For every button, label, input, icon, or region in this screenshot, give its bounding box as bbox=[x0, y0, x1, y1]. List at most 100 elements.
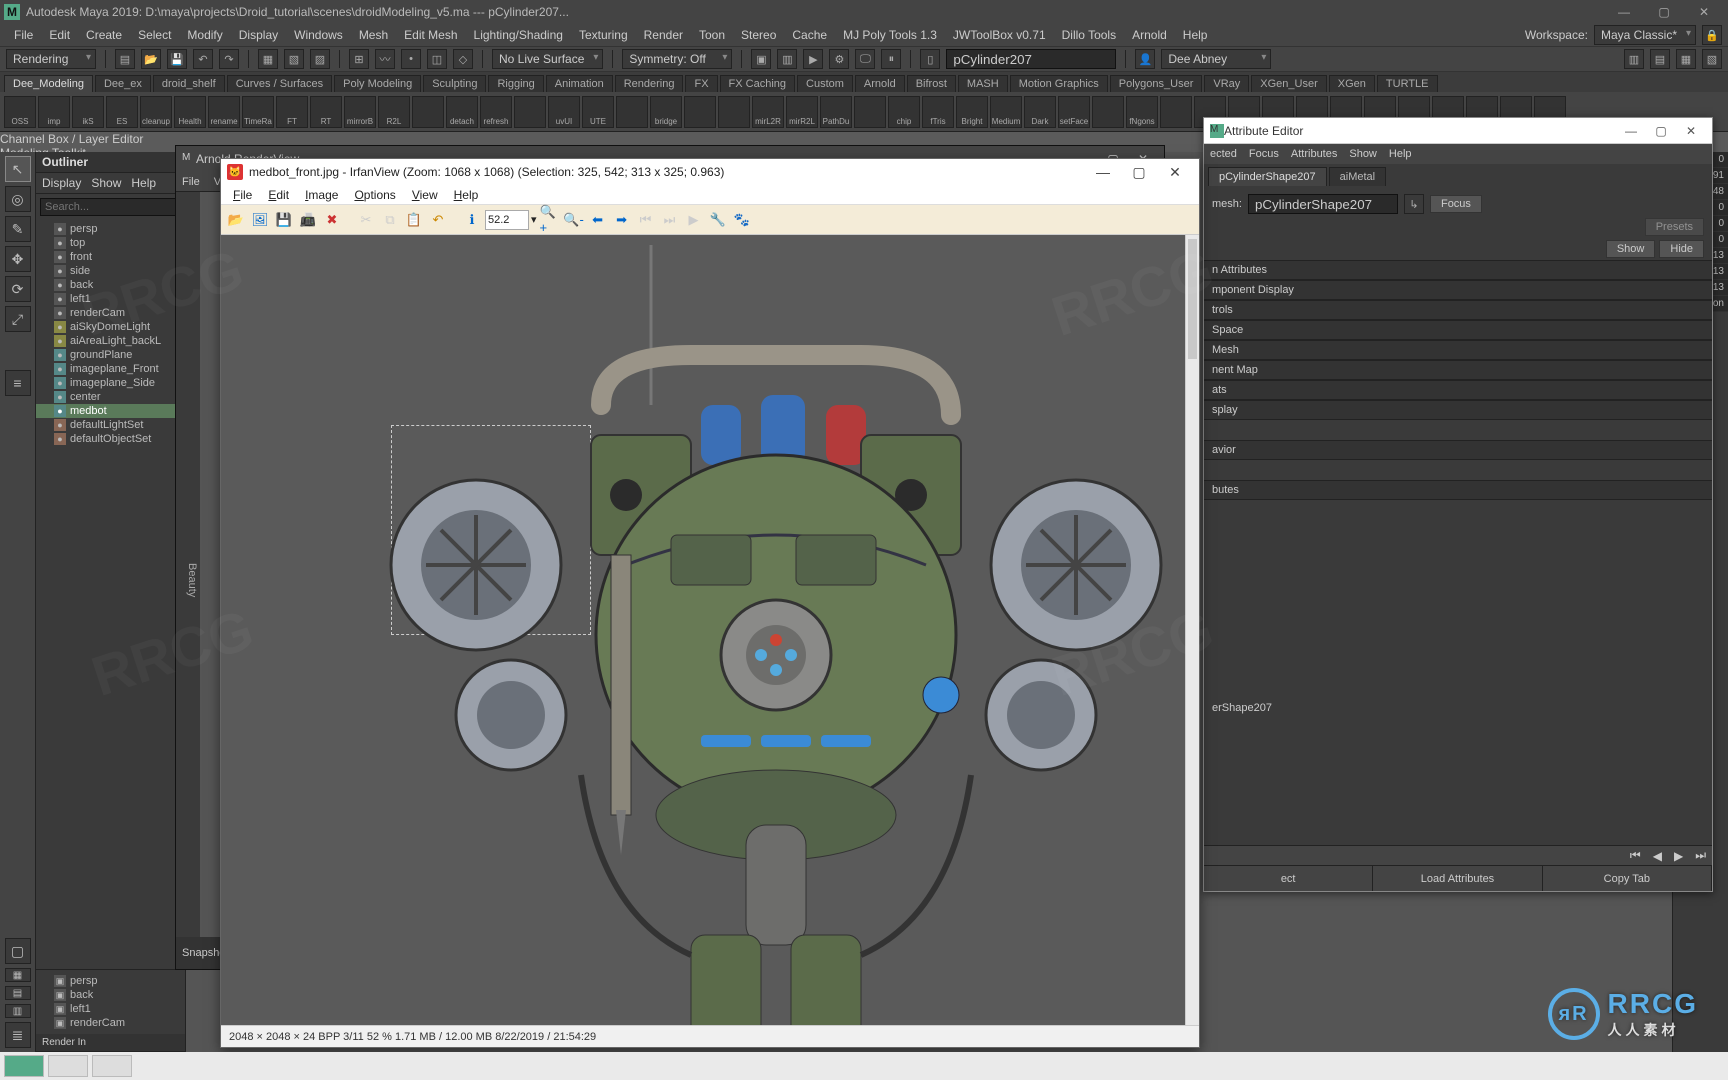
shelf-tab[interactable]: VRay bbox=[1204, 75, 1249, 92]
shelf-button[interactable]: cleanup bbox=[140, 96, 172, 128]
iv-maximize-button[interactable]: ▢ bbox=[1121, 164, 1157, 181]
shelf-button[interactable]: ikS bbox=[72, 96, 104, 128]
move-tool-icon[interactable]: ✥ bbox=[5, 246, 31, 272]
nav-prev-icon[interactable]: ◀ bbox=[1653, 849, 1662, 863]
attr-copy-button[interactable]: Copy Tab bbox=[1543, 866, 1712, 891]
focus-arrow-icon[interactable]: ↳ bbox=[1404, 194, 1424, 214]
menu-mjpoly[interactable]: MJ Poly Tools 1.3 bbox=[835, 26, 945, 44]
os-taskbar[interactable] bbox=[0, 1052, 1728, 1080]
outliner-item[interactable]: ●persp bbox=[36, 222, 185, 236]
shelf-tab[interactable]: Curves / Surfaces bbox=[227, 75, 332, 92]
open-scene-icon[interactable]: 📂 bbox=[141, 49, 161, 69]
shelf-button[interactable] bbox=[616, 96, 648, 128]
menu-mesh[interactable]: Mesh bbox=[351, 26, 396, 44]
shelf-button[interactable]: TimeRa bbox=[242, 96, 274, 128]
attr-menu[interactable]: Help bbox=[1389, 148, 1412, 160]
account-icon[interactable]: 👤 bbox=[1135, 49, 1155, 69]
shelf-tab[interactable]: Animation bbox=[546, 75, 613, 92]
shelf-button[interactable]: setFace bbox=[1058, 96, 1090, 128]
zoom-field[interactable] bbox=[485, 210, 529, 230]
outliner-item[interactable]: ●renderCam bbox=[36, 306, 185, 320]
shelf-tab[interactable]: XGen_User bbox=[1251, 75, 1326, 92]
shelf-button[interactable] bbox=[514, 96, 546, 128]
outliner-item[interactable]: ●center bbox=[36, 390, 185, 404]
shelf-tab[interactable]: FX bbox=[685, 75, 717, 92]
info-icon[interactable]: ℹ bbox=[461, 209, 483, 231]
shelf-button[interactable]: Dark bbox=[1024, 96, 1056, 128]
iv-menu-image[interactable]: Image bbox=[299, 188, 344, 202]
attr-section[interactable]: n Attributes bbox=[1204, 260, 1712, 280]
slideshow-icon[interactable]: ▶ bbox=[683, 209, 705, 231]
select-tool-icon[interactable]: ↖ bbox=[5, 156, 31, 182]
attr-section[interactable]: mponent Display bbox=[1204, 280, 1712, 300]
shelf-tab[interactable]: XGen bbox=[1329, 75, 1375, 92]
iv-canvas[interactable] bbox=[221, 235, 1199, 1025]
shelf-button[interactable]: detach bbox=[446, 96, 478, 128]
layout-b-icon[interactable]: ▥ bbox=[5, 1004, 31, 1018]
outliner-item[interactable]: ●front bbox=[36, 250, 185, 264]
scale-tool-icon[interactable]: ⤢ bbox=[5, 306, 31, 332]
paint-select-tool-icon[interactable]: ✎ bbox=[5, 216, 31, 242]
shelf-tab[interactable]: Rendering bbox=[615, 75, 684, 92]
attr-maximize-button[interactable]: ▢ bbox=[1646, 124, 1676, 138]
menu-texturing[interactable]: Texturing bbox=[571, 26, 636, 44]
attr-tab-shape[interactable]: pCylinderShape207 bbox=[1208, 167, 1327, 186]
shelf-button[interactable]: fTris bbox=[922, 96, 954, 128]
outliner-bottom-item[interactable]: ▣renderCam bbox=[36, 1016, 185, 1030]
shelf-tab[interactable]: Dee_ex bbox=[95, 75, 151, 92]
prev-image-icon[interactable]: ⬅ bbox=[587, 209, 609, 231]
maximize-button[interactable]: ▢ bbox=[1644, 2, 1684, 22]
outliner-toggle-icon[interactable]: ≣ bbox=[5, 1022, 31, 1048]
iv-menu-help[interactable]: Help bbox=[448, 188, 485, 202]
menu-render[interactable]: Render bbox=[636, 26, 691, 44]
attr-menu[interactable]: Attributes bbox=[1291, 148, 1337, 160]
menu-jwtoolbox[interactable]: JWToolBox v0.71 bbox=[945, 26, 1054, 44]
shelf-button[interactable]: RT bbox=[310, 96, 342, 128]
save-icon[interactable]: 💾 bbox=[273, 209, 295, 231]
minimize-button[interactable]: — bbox=[1604, 2, 1644, 22]
menu-cache[interactable]: Cache bbox=[784, 26, 835, 44]
attr-section[interactable]: avior bbox=[1204, 440, 1712, 460]
outliner-item[interactable]: ●aiSkyDomeLight bbox=[36, 320, 185, 334]
open-icon[interactable]: 📂 bbox=[225, 209, 247, 231]
select-by-icon[interactable]: ▯ bbox=[920, 49, 940, 69]
outliner-item[interactable]: ●aiAreaLight_backL bbox=[36, 334, 185, 348]
attribute-editor-window[interactable]: M Attribute Editor — ▢ ✕ ected Focus Att… bbox=[1203, 117, 1713, 892]
presets-button[interactable]: Presets bbox=[1645, 218, 1704, 236]
shelf-button[interactable]: uvUI bbox=[548, 96, 580, 128]
shelf-tab[interactable]: Poly Modeling bbox=[334, 75, 421, 92]
taskbar-maya-icon[interactable] bbox=[4, 1055, 44, 1077]
outliner-item[interactable]: ●back bbox=[36, 278, 185, 292]
nav-first-icon[interactable]: ⏮ bbox=[1630, 848, 1641, 863]
account-dropdown[interactable]: Dee Abney bbox=[1161, 49, 1271, 69]
menu-create[interactable]: Create bbox=[78, 26, 130, 44]
outliner-menu-display[interactable]: Display bbox=[42, 176, 81, 190]
attr-section[interactable]: ats bbox=[1204, 380, 1712, 400]
irfanview-window[interactable]: 🐱 medbot_front.jpg - IrfanView (Zoom: 10… bbox=[220, 158, 1200, 1048]
sidebar-toggle-2-icon[interactable]: ▤ bbox=[1650, 49, 1670, 69]
undo-icon[interactable]: ↶ bbox=[193, 49, 213, 69]
sidebar-toggle-1-icon[interactable]: ▥ bbox=[1624, 49, 1644, 69]
menu-modify[interactable]: Modify bbox=[179, 26, 230, 44]
snap-plane-icon[interactable]: ◫ bbox=[427, 49, 447, 69]
shelf-button[interactable] bbox=[1092, 96, 1124, 128]
outliner-bottom-item[interactable]: ▣left1 bbox=[36, 1002, 185, 1016]
layout-single-icon[interactable]: ▢ bbox=[5, 938, 31, 964]
menu-help[interactable]: Help bbox=[1175, 26, 1216, 44]
outliner-menu-show[interactable]: Show bbox=[91, 176, 121, 190]
mesh-name-field[interactable] bbox=[1248, 194, 1398, 214]
zoom-in-icon[interactable]: 🔍+ bbox=[539, 209, 561, 231]
menu-dillo[interactable]: Dillo Tools bbox=[1054, 26, 1124, 44]
menu-file[interactable]: File bbox=[6, 26, 41, 44]
last-image-icon[interactable]: ⏭ bbox=[659, 209, 681, 231]
menu-windows[interactable]: Windows bbox=[286, 26, 351, 44]
ipr-icon[interactable]: ▥ bbox=[777, 49, 797, 69]
shelf-tab[interactable]: Rigging bbox=[488, 75, 543, 92]
outliner-item[interactable]: ●medbot bbox=[36, 404, 185, 418]
nav-last-icon[interactable]: ⏭ bbox=[1695, 848, 1706, 863]
shelf-tab[interactable]: Bifrost bbox=[907, 75, 956, 92]
shelf-button[interactable]: Medium bbox=[990, 96, 1022, 128]
attr-menu[interactable]: Show bbox=[1349, 148, 1377, 160]
snap-live-icon[interactable]: ◇ bbox=[453, 49, 473, 69]
shelf-button[interactable]: Health bbox=[174, 96, 206, 128]
